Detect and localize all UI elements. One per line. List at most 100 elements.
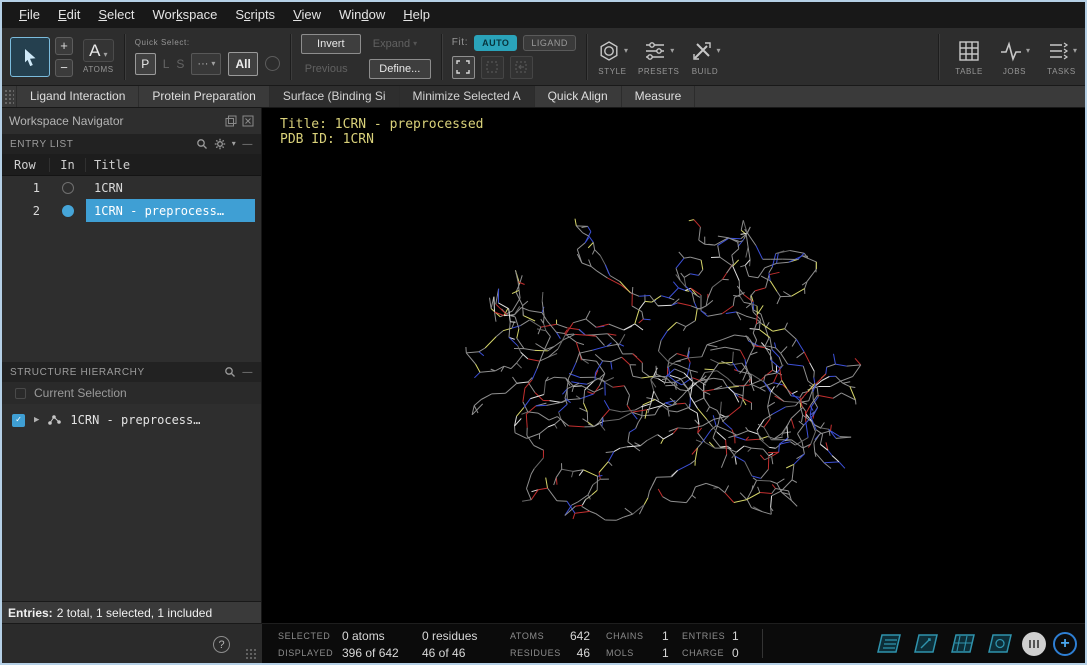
style-tool[interactable]: ▾ STYLE (597, 37, 628, 76)
entries-summary: Entries: 2 total, 1 selected, 1 included (2, 601, 261, 623)
tab-ligand-interaction[interactable]: Ligand Interaction (16, 86, 138, 107)
spin-toggle-button[interactable] (1022, 632, 1046, 656)
selected-atoms-value: 0 atoms (342, 629, 422, 643)
entry-row-2[interactable]: 2 1CRN - preprocess… (2, 199, 261, 222)
select-cursor-button[interactable] (10, 37, 50, 77)
table-grid-icon (957, 39, 981, 63)
structure-icon (48, 414, 61, 426)
undock-icon[interactable] (225, 115, 237, 127)
slab-tool-icon[interactable] (985, 631, 1015, 657)
expand-arrow-icon[interactable]: ▶ (34, 415, 39, 425)
presets-tool[interactable]: ▾ PRESETS (638, 37, 680, 76)
chains-count-value: 1 (662, 629, 682, 643)
jobs-pulse-icon (999, 39, 1023, 63)
structure-hierarchy-header: STRUCTURE HIERARCHY — (2, 362, 261, 382)
fullscreen-icon (456, 60, 470, 74)
add-view-button[interactable]: + (1053, 632, 1077, 656)
menu-edit[interactable]: Edit (49, 2, 89, 28)
collapse-icon[interactable]: — (242, 139, 253, 150)
entry-title[interactable]: 1CRN (86, 176, 261, 199)
build-tool[interactable]: ▾ BUILD (690, 37, 721, 76)
workspace-3d-viewport[interactable]: Title: 1CRN - preprocessed PDB ID: 1CRN (262, 108, 1085, 623)
structure-hierarchy-title: STRUCTURE HIERARCHY (10, 367, 145, 378)
help-button[interactable]: ? (213, 636, 230, 653)
table-panel-button[interactable]: TABLE (955, 37, 983, 76)
zoom-region-button[interactable] (481, 56, 504, 79)
tab-minimize-selected[interactable]: Minimize Selected A (399, 86, 534, 107)
tab-surface-binding-site[interactable]: Surface (Binding Si (269, 86, 399, 107)
workspace-navigator-panel: Workspace Navigator ENTRY LIST (2, 108, 262, 623)
build-tools-icon (690, 39, 714, 63)
gear-icon[interactable] (214, 138, 226, 150)
tab-measure[interactable]: Measure (621, 86, 696, 107)
current-selection-row[interactable]: Current Selection (2, 382, 261, 404)
view-tools-group: + (874, 624, 1077, 663)
resize-grip[interactable] (245, 648, 257, 660)
define-button[interactable]: Define... (369, 59, 431, 79)
fit-auto-button[interactable]: AUTO (474, 35, 517, 51)
viewport-title-line: Title: 1CRN - preprocessed (280, 117, 484, 132)
entry-list-title: ENTRY LIST (10, 139, 73, 150)
menu-window[interactable]: Window (330, 2, 394, 28)
search-icon[interactable] (224, 366, 236, 378)
selection-grow-shrink: + − (55, 37, 73, 77)
entry-row-1[interactable]: 1 1CRN (2, 176, 261, 199)
previous-view-button[interactable] (510, 56, 533, 79)
expand-button[interactable]: Expand ▾ (369, 38, 431, 50)
quick-select-solvent-button[interactable]: S (176, 57, 184, 71)
column-title[interactable]: Title (86, 158, 261, 172)
zoom-tool-icon[interactable] (948, 631, 978, 657)
close-icon[interactable] (242, 115, 254, 127)
tasks-panel-button[interactable]: ▾ TASKS (1046, 37, 1077, 76)
entry-title[interactable]: 1CRN - preprocess… (86, 199, 255, 222)
jobs-panel-button[interactable]: ▾ JOBS (999, 37, 1030, 76)
toolbar-separator (124, 34, 125, 80)
deselect-circle-icon[interactable] (265, 56, 280, 71)
menu-workspace[interactable]: Workspace (144, 2, 227, 28)
column-row[interactable]: Row (2, 158, 50, 172)
entries-count-value: 1 (732, 629, 747, 643)
style-benzene-icon (597, 39, 621, 63)
tab-protein-preparation[interactable]: Protein Preparation (138, 86, 268, 107)
atoms-button[interactable]: A ▾ (83, 39, 113, 62)
atoms-count-value: 642 (566, 629, 590, 643)
column-in[interactable]: In (50, 158, 86, 172)
translate-tool-icon[interactable] (911, 631, 941, 657)
previous-button[interactable]: Previous (301, 63, 361, 75)
menu-file[interactable]: File (10, 2, 49, 28)
include-toggle-icon[interactable] (62, 182, 74, 194)
jobs-label: JOBS (1003, 67, 1026, 76)
hierarchy-item-row[interactable]: ✓ ▶ 1CRN - preprocess… (2, 409, 261, 431)
displayed-atoms-value: 396 of 642 (342, 646, 422, 660)
collapse-icon[interactable]: — (242, 367, 253, 378)
tabbar-grip[interactable] (4, 89, 14, 104)
visibility-checkbox[interactable]: ✓ (12, 414, 25, 427)
fit-view-button[interactable] (452, 56, 475, 79)
plus-button[interactable]: + (55, 37, 73, 55)
fit-ligand-button[interactable]: LIGAND (523, 35, 576, 51)
minus-button[interactable]: − (55, 59, 73, 77)
quick-select-more-button[interactable]: ··· ▾ (191, 53, 221, 75)
include-toggle-icon[interactable] (62, 205, 74, 217)
status-bar: ? SELECTED 0 atoms 0 residues ATOMS 642 … (2, 623, 1085, 663)
molecule-wireframe (262, 108, 1085, 623)
menu-help[interactable]: Help (394, 2, 439, 28)
toolbar-separator (938, 34, 939, 80)
menu-view[interactable]: View (284, 2, 330, 28)
dots-icon: ··· (197, 58, 208, 70)
rotate-tool-icon[interactable] (874, 631, 904, 657)
select-all-button[interactable]: All (228, 52, 257, 76)
search-icon[interactable] (196, 138, 208, 150)
tab-quick-align[interactable]: Quick Align (534, 86, 621, 107)
charge-count-label: CHARGE (682, 648, 732, 658)
quick-select-ligand-button[interactable]: L (163, 57, 170, 71)
menu-scripts[interactable]: Scripts (226, 2, 284, 28)
displayed-residues-value: 46 of 46 (422, 646, 510, 660)
invert-button[interactable]: Invert (301, 34, 361, 54)
menu-select[interactable]: Select (89, 2, 143, 28)
charge-count-value: 0 (732, 646, 747, 660)
selection-checkbox[interactable] (15, 388, 26, 399)
caret-down-icon: ▾ (104, 51, 108, 59)
caret-down-icon[interactable]: ▾ (232, 140, 237, 148)
quick-select-protein-button[interactable]: P (135, 53, 156, 75)
